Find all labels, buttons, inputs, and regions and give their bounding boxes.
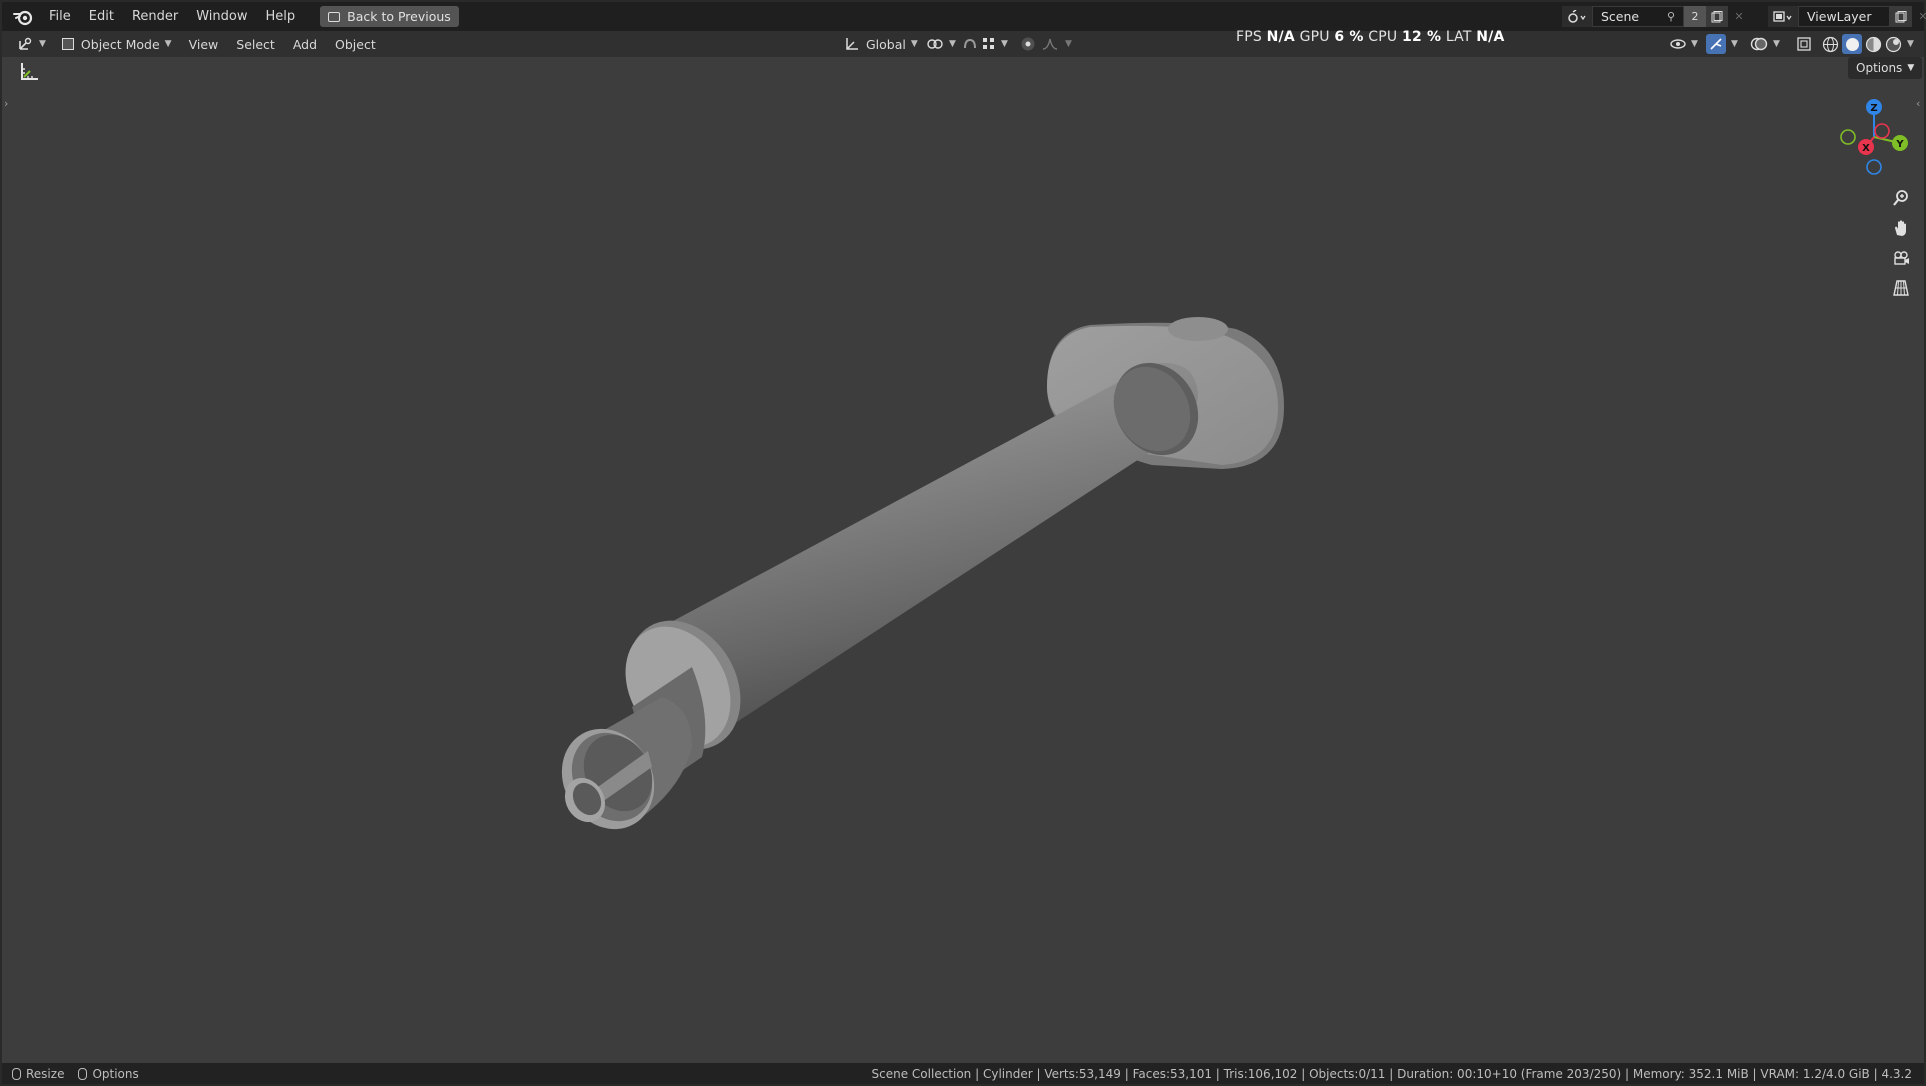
menu-render[interactable]: Render (123, 2, 187, 31)
object-mode-icon (61, 38, 74, 50)
shading-material-icon[interactable] (1865, 36, 1882, 53)
delete-scene-icon[interactable]: ✕ (1728, 6, 1750, 27)
z-axis-label: Z (1870, 103, 1877, 114)
navigation-gizmo[interactable]: Z X Y (1828, 91, 1918, 181)
zoom-icon[interactable] (1888, 185, 1914, 211)
neg-x-axis-handle[interactable] (1874, 123, 1890, 139)
pin-icon[interactable]: ⚲ (1667, 10, 1675, 23)
scene-browse-icon[interactable] (1562, 6, 1592, 27)
gpu-value: 6 % (1334, 29, 1364, 45)
transform-orientation-icon (846, 38, 858, 50)
shading-modes: ▼ (1822, 34, 1914, 54)
fps-label: FPS (1236, 29, 1262, 45)
mouse-right-icon (78, 1067, 88, 1080)
status-bar: Resize Options Scene Collection | Cylind… (2, 1063, 1924, 1084)
pivot-icon[interactable]: ▼ (926, 37, 956, 51)
new-view-layer-icon[interactable] (1890, 6, 1912, 27)
editor-type-icon[interactable]: ▼ (18, 37, 46, 51)
menu-help[interactable]: Help (257, 2, 305, 31)
mouse-left-icon (12, 1067, 21, 1080)
performance-stats: FPS N/A GPU 6 % CPU 12 % LAT N/A (1236, 29, 1505, 45)
shading-rendered-icon[interactable] (1885, 36, 1902, 53)
fps-value: N/A (1266, 29, 1295, 45)
neg-y-axis-handle[interactable] (1840, 129, 1856, 145)
options-hint: Options (78, 1066, 139, 1081)
menu-edit[interactable]: Edit (80, 2, 123, 31)
menu-view[interactable]: View (180, 37, 228, 52)
lat-label: LAT (1445, 29, 1472, 45)
object-mode-dropdown[interactable]: Object Mode ▼ (61, 36, 172, 52)
top-menu-bar: File Edit Render Window Help Back to Pre… (2, 2, 1926, 31)
back-to-previous-label: Back to Previous (347, 9, 451, 24)
scene-name-field[interactable]: Scene ⚲ (1592, 6, 1684, 27)
shading-dropdown-icon[interactable]: ▼ (1907, 39, 1914, 49)
scene-name: Scene (1601, 9, 1640, 24)
camera-icon[interactable] (1888, 245, 1914, 271)
proportional-edit-icon[interactable]: ▼ (1020, 36, 1072, 52)
view-layer-name-field[interactable]: ViewLayer (1798, 6, 1890, 27)
menu-window[interactable]: Window (187, 2, 256, 31)
xray-icon[interactable] (1796, 36, 1812, 52)
cpu-label: CPU (1368, 29, 1398, 45)
object-mode-label: Object Mode (80, 36, 160, 52)
delete-view-layer-icon[interactable]: ✕ (1912, 6, 1926, 27)
scene-selector: Scene ⚲ 2 ✕ (1562, 6, 1750, 27)
snap-grid-icon (983, 38, 994, 49)
resize-hint: Resize (12, 1067, 64, 1081)
x-axis-label: X (1862, 143, 1870, 154)
menu-select[interactable]: Select (227, 37, 284, 52)
menu-object[interactable]: Object (326, 37, 385, 52)
y-axis-label: Y (1895, 139, 1904, 150)
shading-wireframe-icon[interactable] (1822, 36, 1839, 53)
grid-perspective-icon[interactable] (1888, 275, 1914, 301)
overlay-icon[interactable]: ▼ (1750, 36, 1780, 52)
lat-value: N/A (1476, 29, 1505, 45)
menu-file[interactable]: File (40, 2, 80, 31)
transform-orientation-dropdown[interactable]: Global ▼ (844, 37, 918, 52)
hand-pan-icon[interactable] (1888, 215, 1914, 241)
options-label: Options (92, 1066, 139, 1081)
back-icon (328, 11, 341, 22)
cylinder-model[interactable] (2, 57, 1924, 1063)
blender-window: File Edit Render Window Help Back to Pre… (0, 0, 1926, 1086)
menu-add[interactable]: Add (284, 37, 326, 52)
scene-user-count[interactable]: 2 (1684, 6, 1706, 27)
view-layer-selector: ViewLayer ✕ (1768, 6, 1926, 27)
resize-label: Resize (26, 1066, 65, 1081)
new-scene-icon[interactable] (1706, 6, 1728, 27)
visibility-icon[interactable]: ▼ (1670, 37, 1698, 51)
falloff-icon (1042, 38, 1058, 50)
neg-z-axis-handle[interactable] (1866, 159, 1882, 175)
viewport-header: ▼ Object Mode ▼ View Select Add Object G… (2, 31, 1924, 57)
view-layer-name: ViewLayer (1807, 9, 1872, 24)
shading-solid-icon[interactable] (1842, 34, 1862, 54)
gizmo-icon[interactable]: ▼ (1706, 34, 1738, 54)
scene-statistics: Scene Collection | Cylinder | Verts:53,1… (871, 1066, 1912, 1081)
blender-logo-icon[interactable] (12, 6, 34, 28)
3d-viewport[interactable]: › ‹ Options ▼ Z X Y (2, 57, 1924, 1063)
view-layer-browse-icon[interactable] (1768, 6, 1798, 27)
gpu-label: GPU (1299, 29, 1330, 45)
back-to-previous-button[interactable]: Back to Previous (320, 6, 459, 27)
cpu-value: 12 % (1402, 29, 1442, 45)
transform-orientation-label: Global (866, 36, 906, 52)
main-tube (662, 362, 1199, 733)
snap-icon[interactable]: ▼ (962, 37, 1008, 51)
front-tube (561, 697, 692, 830)
